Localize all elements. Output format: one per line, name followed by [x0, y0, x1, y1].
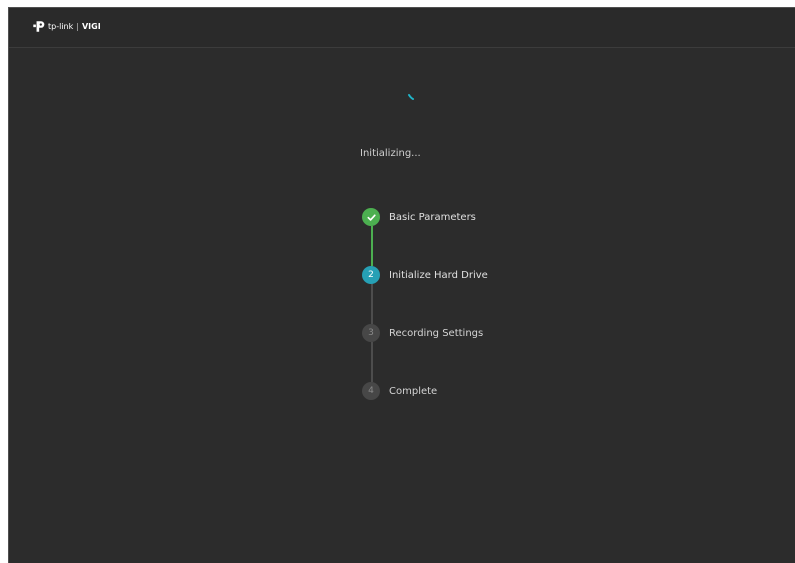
step-2-label: Initialize Hard Drive: [389, 269, 488, 281]
brand-separator: |: [76, 22, 79, 31]
step-complete: 4 Complete: [362, 381, 437, 401]
product-name: VIGI: [81, 22, 101, 31]
step-4-number: 4: [362, 382, 380, 400]
step-connector-2: [371, 284, 373, 324]
setup-wizard-window: tp-link | VIGI Initializing... Basic Par…: [8, 7, 795, 563]
loading-spinner-icon: [408, 94, 414, 100]
top-bar: tp-link | VIGI: [9, 8, 795, 48]
step-4-label: Complete: [389, 385, 438, 397]
step-connector-3: [371, 342, 373, 382]
step-3-number: 3: [362, 324, 380, 342]
step-recording-settings: 3 Recording Settings: [362, 323, 483, 343]
step-2-number: 2: [362, 266, 380, 284]
status-text: Initializing...: [360, 148, 421, 159]
wizard-steps: Basic Parameters 2 Initialize Hard Drive…: [362, 208, 582, 408]
brand-name: tp-link: [48, 22, 74, 31]
step-1-label: Basic Parameters: [389, 211, 476, 223]
step-3-label: Recording Settings: [389, 327, 484, 339]
logo: tp-link | VIGI: [32, 20, 101, 33]
tp-link-logo-icon: [33, 21, 45, 32]
check-icon: [366, 213, 376, 221]
step-initialize-hard-drive: 2 Initialize Hard Drive: [362, 265, 488, 285]
step-connector-1: [371, 226, 373, 266]
step-1-complete-circle: [362, 208, 380, 226]
step-basic-parameters: Basic Parameters: [362, 207, 476, 227]
